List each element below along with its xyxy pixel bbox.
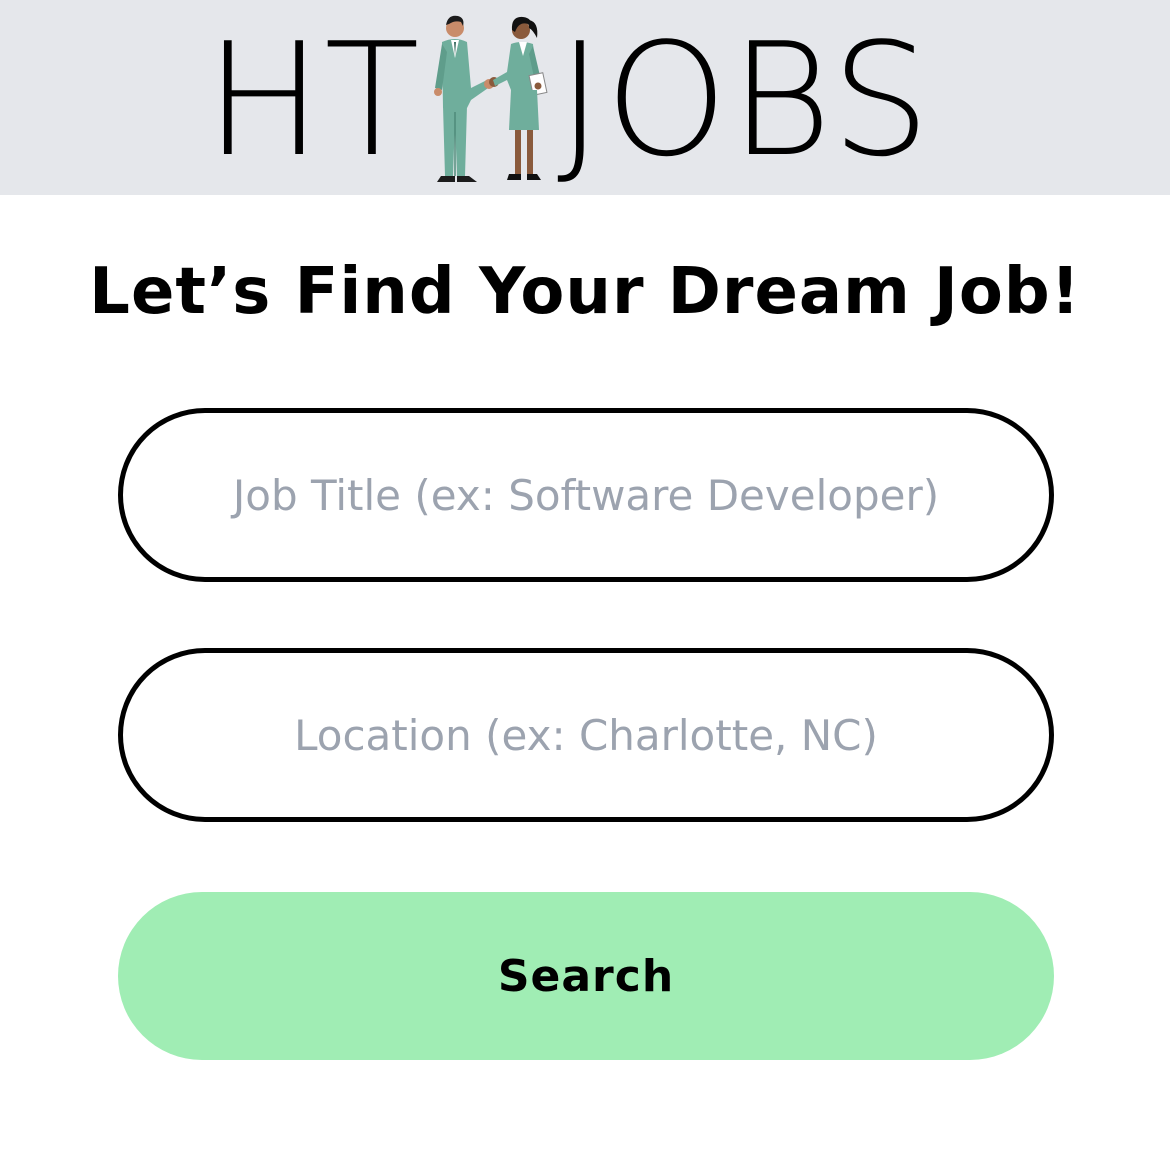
location-input[interactable] — [123, 653, 1049, 817]
job-title-field-wrapper — [118, 408, 1054, 582]
logo-text-ht: HT — [205, 9, 422, 191]
man-figure — [434, 15, 491, 182]
woman-figure — [493, 16, 548, 180]
page-headline: Let’s Find Your Dream Job! — [89, 255, 1081, 329]
search-button[interactable]: Search — [118, 892, 1054, 1060]
logo-text-jobs: JOBS — [557, 9, 933, 191]
site-header: HT JOBS — [0, 0, 1170, 195]
site-logo[interactable]: HT JOBS — [205, 8, 975, 188]
handshake-people-icon — [434, 15, 548, 182]
location-field-wrapper — [118, 648, 1054, 822]
job-title-input[interactable] — [123, 413, 1049, 577]
